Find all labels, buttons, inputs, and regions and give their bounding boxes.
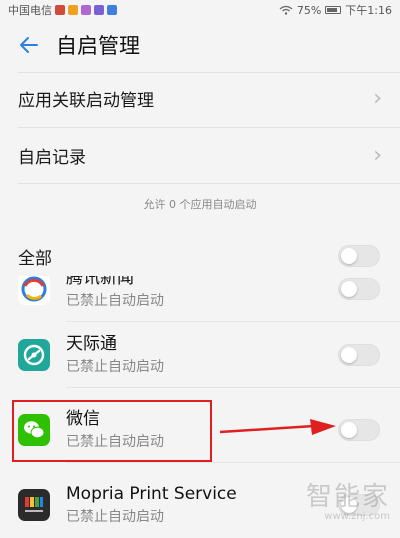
status-bar: 中国电信 75% 下午1:16: [0, 0, 400, 20]
notification-icon: [68, 5, 78, 15]
battery-percent: 75%: [296, 3, 322, 17]
list-item: 天际通 已禁止自动启动: [0, 322, 400, 388]
chevron-right-icon: ›: [373, 142, 382, 168]
app-autostart-toggle[interactable]: [338, 344, 380, 366]
menu-item-app-linked-launch[interactable]: 应用关联启动管理 ›: [0, 70, 400, 126]
notification-icon: [81, 5, 91, 15]
app-status: 已禁止自动启动: [66, 509, 164, 525]
status-left: 中国电信: [8, 2, 117, 18]
highlight-box: [12, 400, 212, 462]
watermark: 智能家 www.znj.com: [306, 476, 390, 522]
app-autostart-toggle[interactable]: [338, 278, 380, 300]
app-text: 腾讯新闻 已禁止自动启动: [66, 276, 338, 311]
app-text: Mopria Print Service 已禁止自动启动: [66, 483, 338, 527]
divider: [66, 387, 400, 388]
tianjitong-icon: [18, 339, 50, 371]
battery-icon: [325, 6, 342, 14]
menu-item-label: 自启记录: [18, 147, 86, 168]
chevron-right-icon: ›: [373, 85, 382, 111]
status-right: 75% 下午1:16: [279, 2, 392, 18]
notification-icon: [55, 5, 65, 15]
all-apps-toggle[interactable]: [338, 245, 380, 267]
menu-item-label: 应用关联启动管理: [18, 90, 154, 111]
app-text: 天际通 已禁止自动启动: [66, 333, 338, 377]
list-item: 腾讯新闻 已禁止自动启动: [0, 276, 400, 322]
back-button[interactable]: [14, 30, 44, 60]
watermark-brand: 智能家: [305, 482, 390, 512]
notification-icon: [94, 5, 104, 15]
notification-icon: [107, 5, 117, 15]
all-apps-row: 全部: [0, 236, 400, 276]
divider: [66, 462, 400, 463]
app-name: Mopria Print Service: [66, 484, 237, 504]
carrier-label: 中国电信: [8, 4, 52, 17]
auto-launch-hint: 允许 0 个应用自动启动: [143, 198, 257, 211]
all-label: 全部: [18, 248, 52, 269]
back-arrow-icon: [20, 37, 38, 53]
page-title: 自启管理: [56, 34, 140, 58]
mopria-icon: [18, 489, 50, 521]
app-status: 已禁止自动启动: [66, 293, 164, 309]
app-name: 天际通: [66, 334, 117, 354]
clock: 下午1:16: [345, 4, 392, 17]
app-header: 自启管理: [0, 20, 400, 70]
app-autostart-toggle[interactable]: [338, 419, 380, 441]
divider: [18, 183, 400, 184]
tencent-news-icon: [18, 276, 50, 305]
app-name: 腾讯新闻: [66, 276, 134, 288]
app-status: 已禁止自动启动: [66, 359, 164, 375]
red-arrow-icon: [219, 419, 336, 435]
menu-item-launch-records[interactable]: 自启记录 ›: [0, 127, 400, 183]
wifi-icon: [279, 5, 293, 15]
